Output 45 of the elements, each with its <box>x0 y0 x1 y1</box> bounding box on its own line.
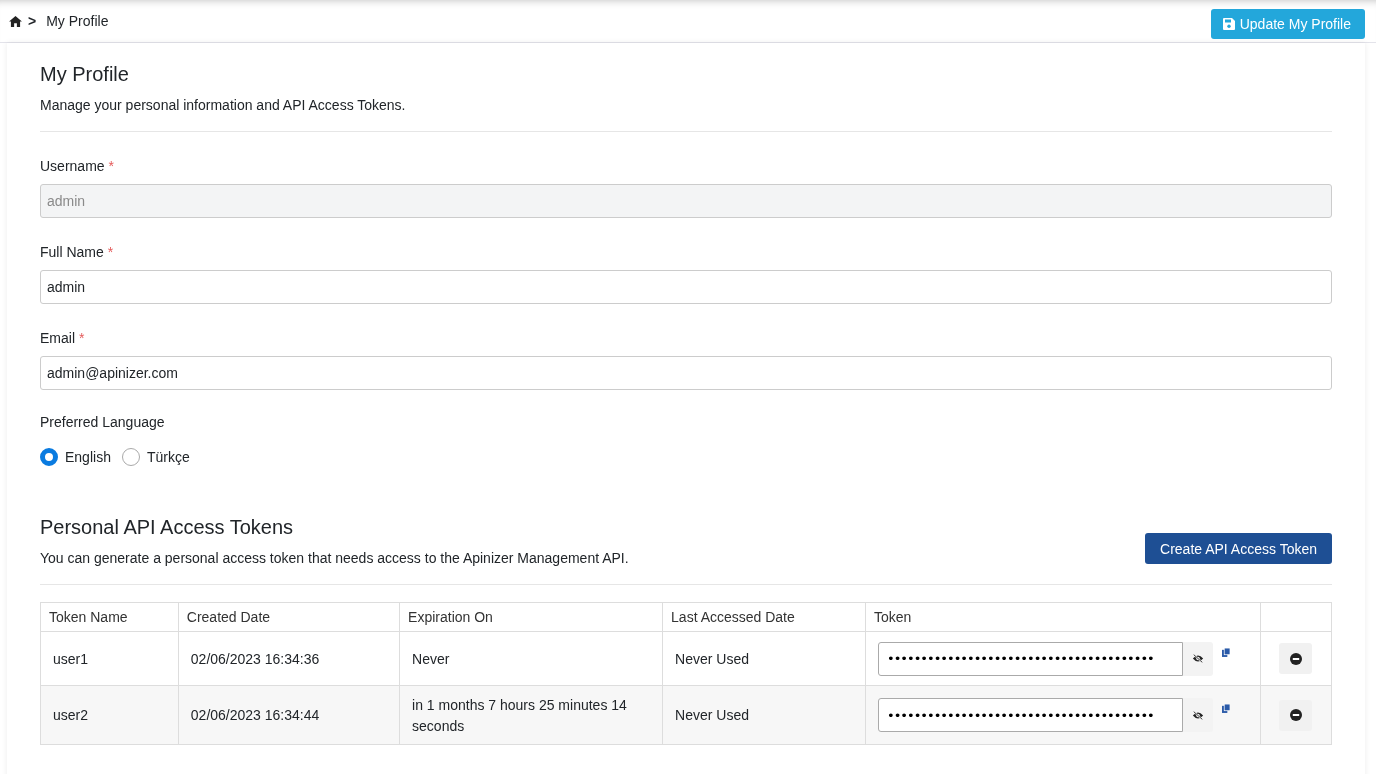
minus-circle-icon <box>1289 709 1302 721</box>
field-label: Username <box>40 158 105 174</box>
eye-slash-icon <box>1192 654 1204 663</box>
table-cell: 02/06/2023 16:34:44 <box>178 685 400 745</box>
page-title: My Profile <box>40 63 130 86</box>
input-field[interactable]: admin <box>40 270 1332 304</box>
field-label: Email <box>40 330 75 346</box>
table-cell: Never <box>399 631 663 686</box>
column-header: Expiration On <box>399 602 663 632</box>
create-token-button[interactable]: Create API Access Token <box>1145 533 1332 564</box>
required-mark: * <box>108 158 114 174</box>
table-cell: user2 <box>40 685 179 745</box>
table-cell: Never Used <box>662 685 866 745</box>
column-header: Last Accessed Date <box>662 602 866 632</box>
column-header: Created Date <box>178 602 400 632</box>
radio-button[interactable] <box>40 448 58 466</box>
eye-slash-icon <box>1192 710 1204 720</box>
page-subtitle: Manage your personal information and API Access Tokens. <box>40 97 407 113</box>
column-header: Token <box>865 602 1261 632</box>
hide-token-button[interactable] <box>1183 641 1213 676</box>
table-cell: user1 <box>40 631 179 686</box>
column-header: Token Name <box>40 602 179 632</box>
radio-label: Türkçe <box>146 449 190 465</box>
hide-token-button[interactable] <box>1183 698 1213 732</box>
required-mark: * <box>78 330 85 346</box>
token-field[interactable]: •••••••••••••••••••••••••••••••••••••••• <box>878 698 1183 732</box>
input-field[interactable]: admin@apinizer.com <box>40 356 1332 390</box>
section-title: Personal API Access Tokens <box>40 516 295 539</box>
field-label: Full Name <box>40 244 104 260</box>
copy-icon[interactable] <box>1222 647 1230 657</box>
table-cell: 02/06/2023 16:34:36 <box>178 631 400 686</box>
remove-token-button[interactable] <box>1279 643 1312 674</box>
table-cell: in 1 months 7 hours 25 minutes 14 seconds <box>399 685 663 745</box>
token-field[interactable]: •••••••••••••••••••••••••••••••••••••••• <box>878 641 1183 676</box>
remove-token-button[interactable] <box>1279 699 1312 731</box>
copy-icon[interactable] <box>1222 704 1230 713</box>
field-label: Preferred Language <box>40 414 166 430</box>
section-subtitle: You can generate a personal access token that needs access to the Apinizer Management API. <box>40 550 629 566</box>
breadcrumb-separator: > <box>28 13 37 29</box>
table-cell: Never Used <box>662 631 866 686</box>
minus-circle-icon <box>1289 652 1302 665</box>
home-icon[interactable] <box>9 15 22 27</box>
breadcrumb-current: My Profile <box>46 13 109 29</box>
required-mark: * <box>107 244 114 260</box>
radio-label: English <box>65 449 111 465</box>
